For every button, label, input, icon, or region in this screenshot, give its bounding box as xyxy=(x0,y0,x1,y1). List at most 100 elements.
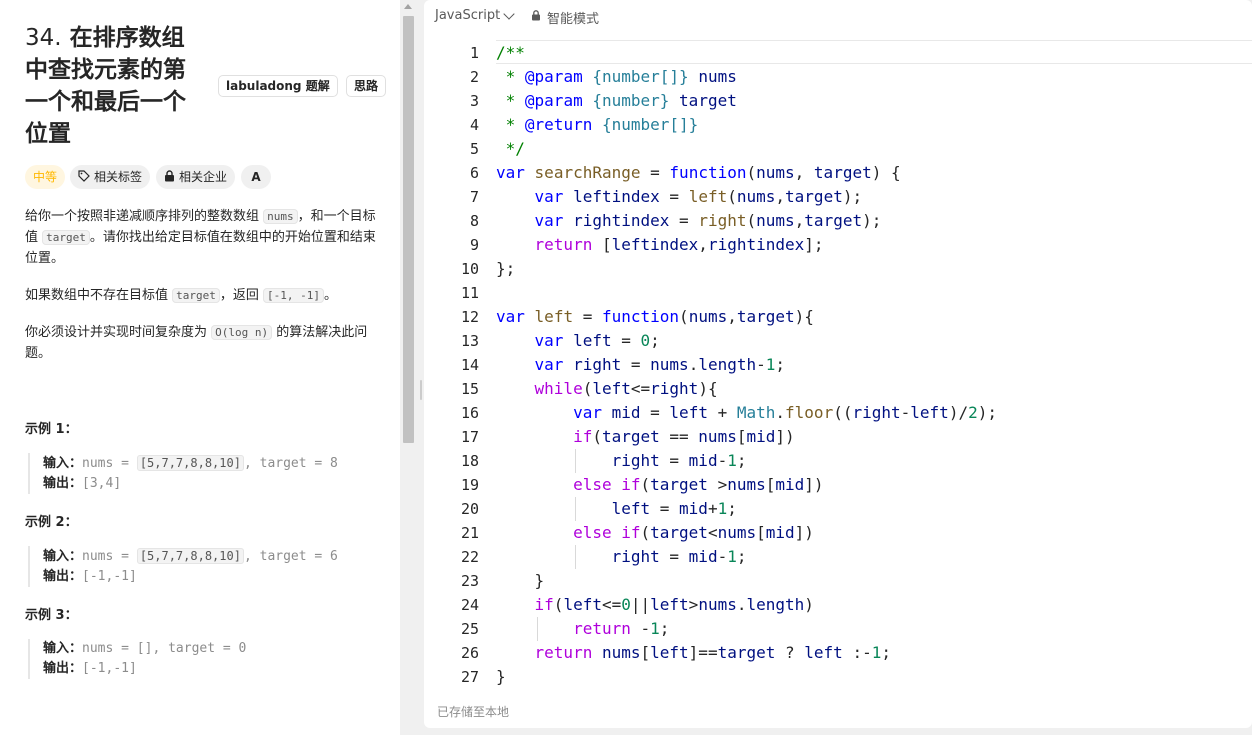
example-3-title: 示例 3： xyxy=(25,608,78,623)
code-token: if xyxy=(534,595,554,614)
code-token: left xyxy=(592,379,631,398)
code-token: ); xyxy=(862,211,882,230)
code-line[interactable]: 8 var rightindex = right(nums,target); xyxy=(424,209,1252,233)
description-scrollbar[interactable] xyxy=(400,0,417,735)
code-line[interactable]: 6 var searchRange = function(nums, target… xyxy=(424,161,1252,185)
line-number: 19 xyxy=(460,476,479,494)
code-text: left = mid+1; xyxy=(496,497,737,521)
code-line[interactable]: 16 var mid = left + Math.floor((right-le… xyxy=(424,401,1252,425)
code-line[interactable]: 4 * @return {number[]} xyxy=(424,113,1252,137)
code-line[interactable]: 9 return [leftindex,rightindex]; xyxy=(424,233,1252,257)
line-number: 20 xyxy=(460,500,479,518)
panel-resize-handle[interactable] xyxy=(417,0,424,735)
problem-title-line-3: 一个和最后一个 xyxy=(25,89,186,115)
code-line[interactable]: 20 left = mid+1; xyxy=(424,497,1252,521)
code-line[interactable]: 23 } xyxy=(424,569,1252,593)
code-token: [ xyxy=(756,523,766,542)
code-line[interactable]: 3 * @param {number} target xyxy=(424,89,1252,113)
example-2-title: 示例 2： xyxy=(25,515,78,530)
labuladong-solution-button[interactable]: labuladong 题解 xyxy=(218,75,338,97)
code-token: length xyxy=(698,355,757,374)
code-token: ( xyxy=(727,187,737,206)
chevron-down-icon xyxy=(503,7,515,20)
code-token: var xyxy=(496,163,525,182)
code-text: if(left<=0||left>nums.length) xyxy=(496,593,814,617)
code-line[interactable]: 11 xyxy=(424,281,1252,305)
code-token: {number[]} xyxy=(592,67,689,86)
code-token: = xyxy=(640,163,670,182)
code-token: [ xyxy=(640,643,651,662)
code-text: else if(target<nums[mid]) xyxy=(496,521,814,545)
code-line[interactable]: 25 return -1; xyxy=(424,617,1252,641)
code-token: = xyxy=(659,547,689,566)
code-line[interactable]: 7 var leftindex = left(nums,target); xyxy=(424,185,1252,209)
scroll-up-arrow-icon[interactable] xyxy=(404,4,412,9)
code-line[interactable]: 2 * @param {number[]} nums xyxy=(424,65,1252,89)
code-token: 1 xyxy=(871,643,882,662)
scrollbar-thumb[interactable] xyxy=(403,16,414,443)
code-token: ){ xyxy=(794,307,814,326)
code-text: right = mid-1; xyxy=(496,449,747,473)
code-line[interactable]: 26 return nums[left]==target ? left :-1; xyxy=(424,641,1252,665)
code-line[interactable]: 24 if(left<=0||left>nums.length) xyxy=(424,593,1252,617)
code-line[interactable]: 17 if(target == nums[mid]) xyxy=(424,425,1252,449)
code-token: else xyxy=(573,475,612,494)
problem-title-line-1: 在排序数组 xyxy=(69,25,185,51)
translate-button[interactable]: A xyxy=(241,165,271,189)
title-row: 34. 在排序数组 中查找元素的第 一个和最后一个 位置 labuladong … xyxy=(25,22,395,152)
code-line[interactable]: 12 var left = function(nums,target){ xyxy=(424,305,1252,329)
code-token: length xyxy=(746,595,805,614)
code-text: */ xyxy=(496,137,525,161)
code-line[interactable]: 1 /** xyxy=(424,41,1252,65)
output-label: 输出： xyxy=(43,569,83,584)
code-token: ( xyxy=(582,379,593,398)
related-companies-button[interactable]: 相关企业 xyxy=(156,165,236,190)
related-tags-button[interactable]: 相关标签 xyxy=(70,165,151,189)
code-line[interactable]: 5 */ xyxy=(424,137,1252,161)
code-token: * xyxy=(496,67,525,86)
language-select[interactable]: JavaScript xyxy=(435,7,515,23)
input-label: 输入： xyxy=(43,549,83,564)
code-token: if xyxy=(621,475,641,494)
code-line[interactable]: 18 right = mid-1; xyxy=(424,449,1252,473)
desc-text: 如果数组中不存在目标值 xyxy=(25,288,173,303)
approach-button[interactable]: 思路 xyxy=(346,75,387,97)
code-area[interactable]: 1/** 2 * @param {number[]} nums 3 * @param… xyxy=(424,41,1252,687)
line-number: 2 xyxy=(469,68,479,86)
problem-title[interactable]: 34. 在排序数组 中查找元素的第 一个和最后一个 位置 xyxy=(25,22,205,150)
code-line[interactable]: 19 else if(target >nums[mid]) xyxy=(424,473,1252,497)
input-label: 输入： xyxy=(43,641,83,656)
line-number: 3 xyxy=(469,92,479,110)
code-line[interactable]: 27} xyxy=(424,665,1252,687)
code-token: (( xyxy=(833,403,853,422)
code-token: left xyxy=(688,187,728,206)
code-token: == xyxy=(659,427,699,446)
code-token: right xyxy=(611,547,660,566)
line-number: 18 xyxy=(460,452,479,470)
inline-code: target xyxy=(172,288,220,303)
code-line[interactable]: 22 right = mid-1; xyxy=(424,545,1252,569)
code-token: leftindex xyxy=(611,235,699,254)
code-token: ( xyxy=(640,475,651,494)
code-line[interactable]: 10}; xyxy=(424,257,1252,281)
code-editor-panel: JavaScript 智能模式 1 /** 2 * @param {number[]… xyxy=(424,0,1252,728)
lock-icon xyxy=(164,166,175,190)
code-line[interactable]: 15 while(left<=right){ xyxy=(424,377,1252,401)
code-token: ; xyxy=(650,331,660,350)
code-token: rightindex xyxy=(707,235,805,254)
output-label: 输出： xyxy=(43,661,83,676)
code-text: var leftindex = left(nums,target); xyxy=(496,185,863,209)
code-line[interactable]: 21 else if(target<nums[mid]) xyxy=(424,521,1252,545)
code-token: = xyxy=(573,307,602,326)
line-number: 5 xyxy=(469,140,479,158)
code-text: var mid = left + Math.floor((right-left)… xyxy=(496,401,997,425)
code-line[interactable]: 13 var left = 0; xyxy=(424,329,1252,353)
code-line[interactable]: 14 var right = nums.length-1; xyxy=(424,353,1252,377)
smart-mode-toggle[interactable]: 智能模式 xyxy=(531,8,599,27)
